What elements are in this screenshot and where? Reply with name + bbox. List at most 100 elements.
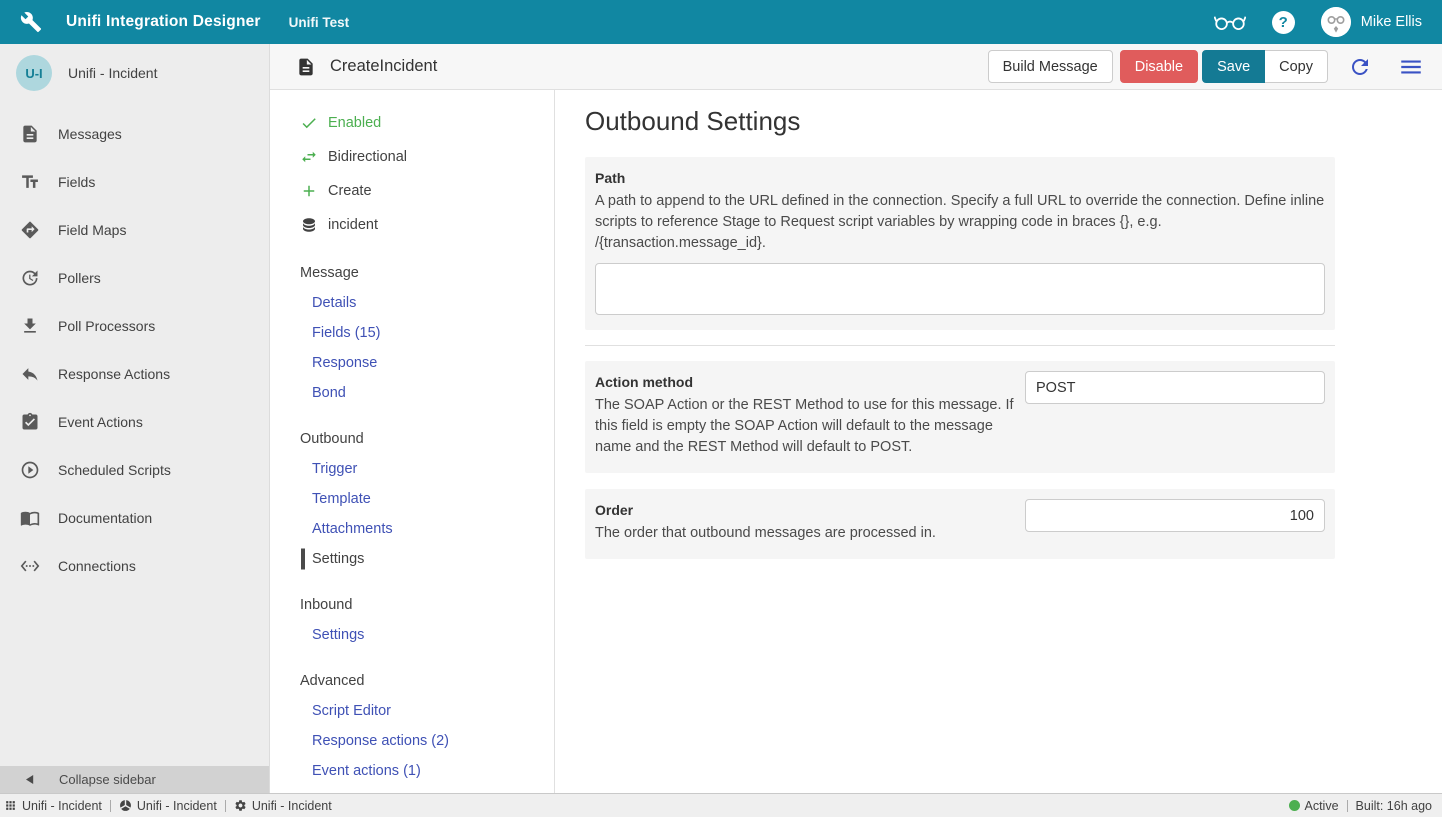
sidebar-item-scheduled-scripts[interactable]: Scheduled Scripts — [0, 446, 269, 494]
sidebar-item-pollers[interactable]: Pollers — [0, 254, 269, 302]
path-field-panel: Path A path to append to the URL defined… — [585, 157, 1335, 330]
play-circle-icon — [20, 460, 40, 480]
nav-section-outbound: Outbound Trigger Template Attachments Se… — [300, 424, 554, 574]
statusbar-separator — [1347, 800, 1348, 812]
page-title: Outbound Settings — [585, 106, 1442, 137]
build-message-button[interactable]: Build Message — [988, 50, 1113, 83]
nav-link-outbound-settings[interactable]: Settings — [300, 544, 554, 574]
nav-link-script-editor[interactable]: Script Editor — [300, 696, 554, 726]
action-method-label: Action method — [595, 374, 1030, 390]
statusbar-item-settings[interactable]: Unifi - Incident — [234, 799, 332, 813]
sidebar-item-field-maps[interactable]: Field Maps — [0, 206, 269, 254]
database-icon — [300, 216, 318, 234]
clipboard-check-icon — [20, 412, 40, 432]
sidebar-menu: Messages Fields Field Maps Pollers Poll … — [0, 102, 269, 766]
refresh-icon[interactable] — [1348, 55, 1372, 79]
message-title: CreateIncident — [330, 57, 437, 76]
nav-section-message: Message Details Fields (15) Response Bon… — [300, 258, 554, 408]
disable-button[interactable]: Disable — [1120, 50, 1198, 83]
statusbar-item-apps[interactable]: Unifi - Incident — [4, 799, 102, 813]
segmented-circle-icon — [119, 799, 132, 812]
text-fields-icon — [20, 172, 40, 192]
statusbar-item-label: Unifi - Incident — [137, 799, 217, 813]
sidebar-item-documentation[interactable]: Documentation — [0, 494, 269, 542]
active-status-label: Active — [1305, 799, 1339, 813]
nav-link-inbound-settings[interactable]: Settings — [300, 620, 554, 650]
sidebar-item-fields[interactable]: Fields — [0, 158, 269, 206]
sidebar-item-label: Response Actions — [58, 366, 170, 382]
wrench-icon — [20, 11, 42, 33]
collapse-sidebar-button[interactable]: Collapse sidebar — [0, 766, 269, 793]
sidebar-item-connections[interactable]: Connections — [0, 542, 269, 590]
message-type-label: Create — [328, 183, 372, 199]
nav-link-event-actions[interactable]: Event actions (1) — [300, 756, 554, 786]
path-input[interactable] — [595, 263, 1325, 315]
order-label: Order — [595, 502, 1030, 518]
save-button[interactable]: Save — [1202, 50, 1265, 83]
table-label: incident — [328, 217, 378, 233]
download-icon — [20, 316, 40, 336]
nav-link-trigger[interactable]: Trigger — [300, 454, 554, 484]
user-avatar — [1321, 7, 1351, 37]
message-nav: Enabled Bidirectional Create incident — [270, 90, 555, 793]
direction-label: Bidirectional — [328, 149, 407, 165]
book-icon — [20, 508, 40, 528]
status-bar: Unifi - Incident Unifi - Incident Unifi … — [0, 793, 1442, 817]
sidebar-item-label: Documentation — [58, 510, 152, 526]
section-divider — [585, 345, 1335, 346]
ethernet-icon — [20, 556, 40, 576]
copy-button[interactable]: Copy — [1265, 50, 1328, 83]
menu-icon[interactable] — [1398, 54, 1424, 80]
nav-link-fields[interactable]: Fields (15) — [300, 318, 554, 348]
top-app-bar: Unifi Integration Designer Unifi Test ? — [0, 0, 1442, 44]
integration-name: Unifi - Incident — [68, 65, 157, 81]
enabled-status: Enabled — [300, 106, 554, 140]
sidebar-item-messages[interactable]: Messages — [0, 110, 269, 158]
integration-header[interactable]: U-I Unifi - Incident — [0, 44, 269, 102]
glasses-icon[interactable] — [1214, 12, 1246, 32]
nav-section-inbound: Inbound Settings — [300, 590, 554, 650]
action-method-panel: Action method The SOAP Action or the RES… — [585, 361, 1335, 473]
nav-section-header: Advanced — [300, 666, 554, 696]
nav-link-template[interactable]: Template — [300, 484, 554, 514]
collapse-sidebar-label: Collapse sidebar — [59, 772, 156, 787]
sidebar-item-label: Pollers — [58, 270, 101, 286]
update-icon — [20, 268, 40, 288]
nav-section-header: Outbound — [300, 424, 554, 454]
action-method-description: The SOAP Action or the REST Method to us… — [595, 395, 1030, 458]
sidebar-item-response-actions[interactable]: Response Actions — [0, 350, 269, 398]
help-icon[interactable]: ? — [1272, 11, 1295, 34]
grid-icon — [4, 799, 17, 812]
message-toolbar: CreateIncident Build Message Disable Sav… — [270, 44, 1442, 90]
user-name: Mike Ellis — [1361, 14, 1422, 30]
user-menu[interactable]: Mike Ellis — [1321, 7, 1422, 37]
order-input[interactable] — [1025, 499, 1325, 532]
nav-link-response[interactable]: Response — [300, 348, 554, 378]
statusbar-item-label: Unifi - Incident — [22, 799, 102, 813]
reply-icon — [20, 364, 40, 384]
integration-avatar: U-I — [16, 55, 52, 91]
sidebar-item-label: Connections — [58, 558, 136, 574]
app-title: Unifi Integration Designer — [66, 13, 261, 31]
check-icon — [300, 114, 318, 132]
action-method-input[interactable] — [1025, 371, 1325, 404]
table-status: incident — [300, 208, 554, 242]
nav-section-header: Inbound — [300, 590, 554, 620]
environment-name[interactable]: Unifi Test — [289, 15, 350, 30]
nav-link-response-actions[interactable]: Response actions (2) — [300, 726, 554, 756]
statusbar-item-process[interactable]: Unifi - Incident — [119, 799, 217, 813]
order-description: The order that outbound messages are pro… — [595, 523, 1030, 544]
path-description: A path to append to the URL defined in t… — [595, 191, 1325, 254]
directions-icon — [20, 220, 40, 240]
message-document-icon — [296, 57, 316, 77]
nav-link-details[interactable]: Details — [300, 288, 554, 318]
nav-link-attachments[interactable]: Attachments — [300, 514, 554, 544]
sidebar-item-event-actions[interactable]: Event Actions — [0, 398, 269, 446]
enabled-label: Enabled — [328, 115, 381, 131]
app-window: Unifi Integration Designer Unifi Test ? — [0, 0, 1442, 817]
message-type-status: Create — [300, 174, 554, 208]
sidebar-item-poll-processors[interactable]: Poll Processors — [0, 302, 269, 350]
nav-link-bond[interactable]: Bond — [300, 378, 554, 408]
main-area: CreateIncident Build Message Disable Sav… — [270, 44, 1442, 793]
sidebar-item-label: Scheduled Scripts — [58, 462, 171, 478]
